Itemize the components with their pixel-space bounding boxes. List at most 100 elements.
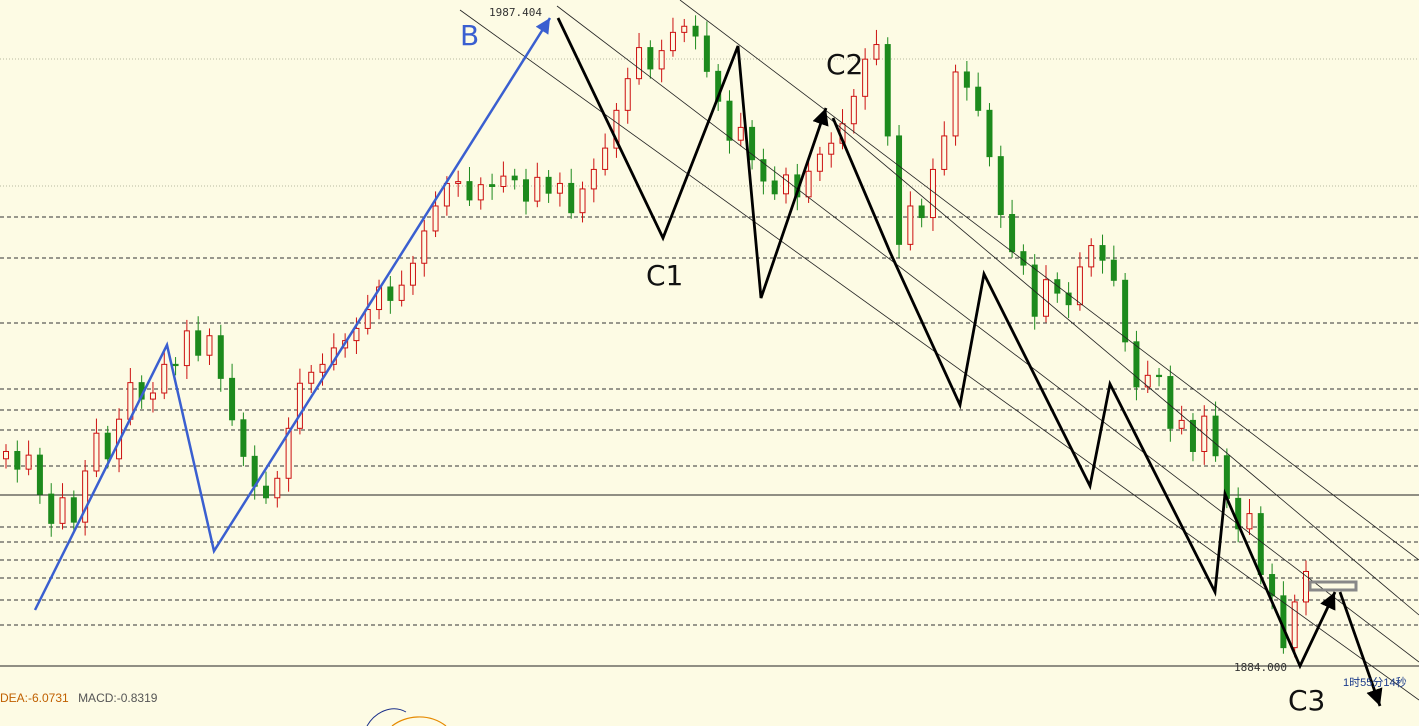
wave-c1-c2-path xyxy=(556,17,829,299)
wave-label-c1: C1 xyxy=(646,259,683,292)
up-candle xyxy=(590,168,597,190)
up-candle xyxy=(308,371,315,384)
up-candle xyxy=(398,284,405,301)
up-candle xyxy=(93,432,100,472)
up-candle xyxy=(850,95,857,125)
up-candle xyxy=(658,50,665,70)
up-candle xyxy=(1178,419,1185,429)
up-candle xyxy=(556,182,563,194)
wave-lines xyxy=(33,17,1383,707)
macd-readout: DEA:-6.0731 MACD:-0.8319 xyxy=(0,691,157,709)
up-candle xyxy=(183,330,190,367)
up-candle xyxy=(941,135,948,170)
up-candle xyxy=(602,147,609,170)
high-price-label: 1987.404 xyxy=(489,6,542,19)
chart-labels: 1987.404 1884.000 B C1 C2 C3 xyxy=(460,6,1325,717)
down-candle xyxy=(229,377,236,421)
low-price-label: 1884.000 xyxy=(1234,661,1287,674)
dea-value: DEA:-6.0731 xyxy=(0,691,69,705)
price-chart: 1987.404 1884.000 B C1 C2 C3 xyxy=(0,0,1419,726)
down-candle xyxy=(511,175,518,181)
down-candle xyxy=(1212,415,1219,457)
down-candle xyxy=(896,135,903,245)
up-candle xyxy=(1246,513,1253,530)
down-candle xyxy=(726,100,733,141)
target-zone xyxy=(1308,580,1358,592)
down-candle xyxy=(489,184,496,187)
down-candle xyxy=(703,35,710,72)
down-candle xyxy=(1031,264,1038,317)
up-candle xyxy=(25,454,32,470)
down-candle xyxy=(1133,341,1140,388)
up-candle xyxy=(624,78,631,111)
down-candle xyxy=(1110,259,1117,281)
up-candle xyxy=(805,170,812,198)
down-candle xyxy=(172,363,179,367)
countdown-timer: 1时55分14秒 xyxy=(1343,677,1407,689)
channel-line xyxy=(679,0,1419,561)
up-candle xyxy=(455,181,462,184)
up-candle xyxy=(952,71,959,137)
up-candle xyxy=(296,382,303,429)
up-candle xyxy=(907,205,914,245)
down-candle xyxy=(884,44,891,137)
down-candle xyxy=(104,432,111,460)
up-candle xyxy=(1088,245,1095,268)
up-candle xyxy=(862,58,869,97)
down-candle xyxy=(195,330,202,356)
up-candle xyxy=(364,309,371,329)
down-candle xyxy=(1156,374,1163,378)
up-candle xyxy=(319,363,326,373)
up-candle xyxy=(274,477,281,499)
wave-label-b: B xyxy=(460,19,479,52)
wave-label-c3: C3 xyxy=(1288,684,1325,717)
down-candle xyxy=(217,335,224,379)
down-candle xyxy=(523,179,529,202)
down-candle xyxy=(545,176,552,194)
up-candle xyxy=(206,335,213,356)
wave-b-path xyxy=(33,17,552,611)
channel-line xyxy=(821,111,1419,616)
down-candle xyxy=(263,485,269,499)
up-candle xyxy=(669,31,676,52)
down-candle xyxy=(240,419,247,457)
down-candle xyxy=(1122,279,1129,343)
macd-indicator-curve xyxy=(366,708,447,726)
up-candle xyxy=(737,126,744,141)
channel-lines xyxy=(459,0,1419,701)
down-candle xyxy=(986,109,993,158)
down-candle xyxy=(975,86,982,111)
down-candle xyxy=(36,454,43,495)
up-candle xyxy=(409,262,416,286)
down-candle xyxy=(1020,251,1027,266)
up-candle xyxy=(1043,279,1049,317)
down-candle xyxy=(14,450,21,470)
up-candle xyxy=(579,188,586,214)
up-candle xyxy=(353,327,360,342)
down-candle xyxy=(1099,245,1106,261)
macd-value: MACD:-0.8319 xyxy=(78,691,158,705)
up-candle xyxy=(873,44,880,60)
up-candle xyxy=(443,182,450,207)
down-candle xyxy=(918,205,925,219)
wave-label-c2: C2 xyxy=(826,48,863,81)
up-candle xyxy=(500,175,507,187)
down-candle xyxy=(963,71,970,88)
up-candle xyxy=(783,174,789,195)
down-candle xyxy=(771,180,778,195)
down-candle xyxy=(387,286,394,301)
up-candle xyxy=(421,230,428,264)
up-candle xyxy=(59,497,66,524)
target-box xyxy=(1308,580,1358,592)
down-candle xyxy=(1257,513,1264,576)
up-candle xyxy=(681,25,688,33)
up-candle xyxy=(816,153,823,172)
down-candle xyxy=(1009,214,1016,253)
candlestick-series xyxy=(3,15,1309,658)
up-candle xyxy=(477,184,484,201)
up-candle xyxy=(432,205,439,232)
up-candle xyxy=(1076,266,1083,306)
down-candle xyxy=(568,182,575,214)
down-candle xyxy=(692,25,699,37)
up-candle xyxy=(636,47,643,80)
